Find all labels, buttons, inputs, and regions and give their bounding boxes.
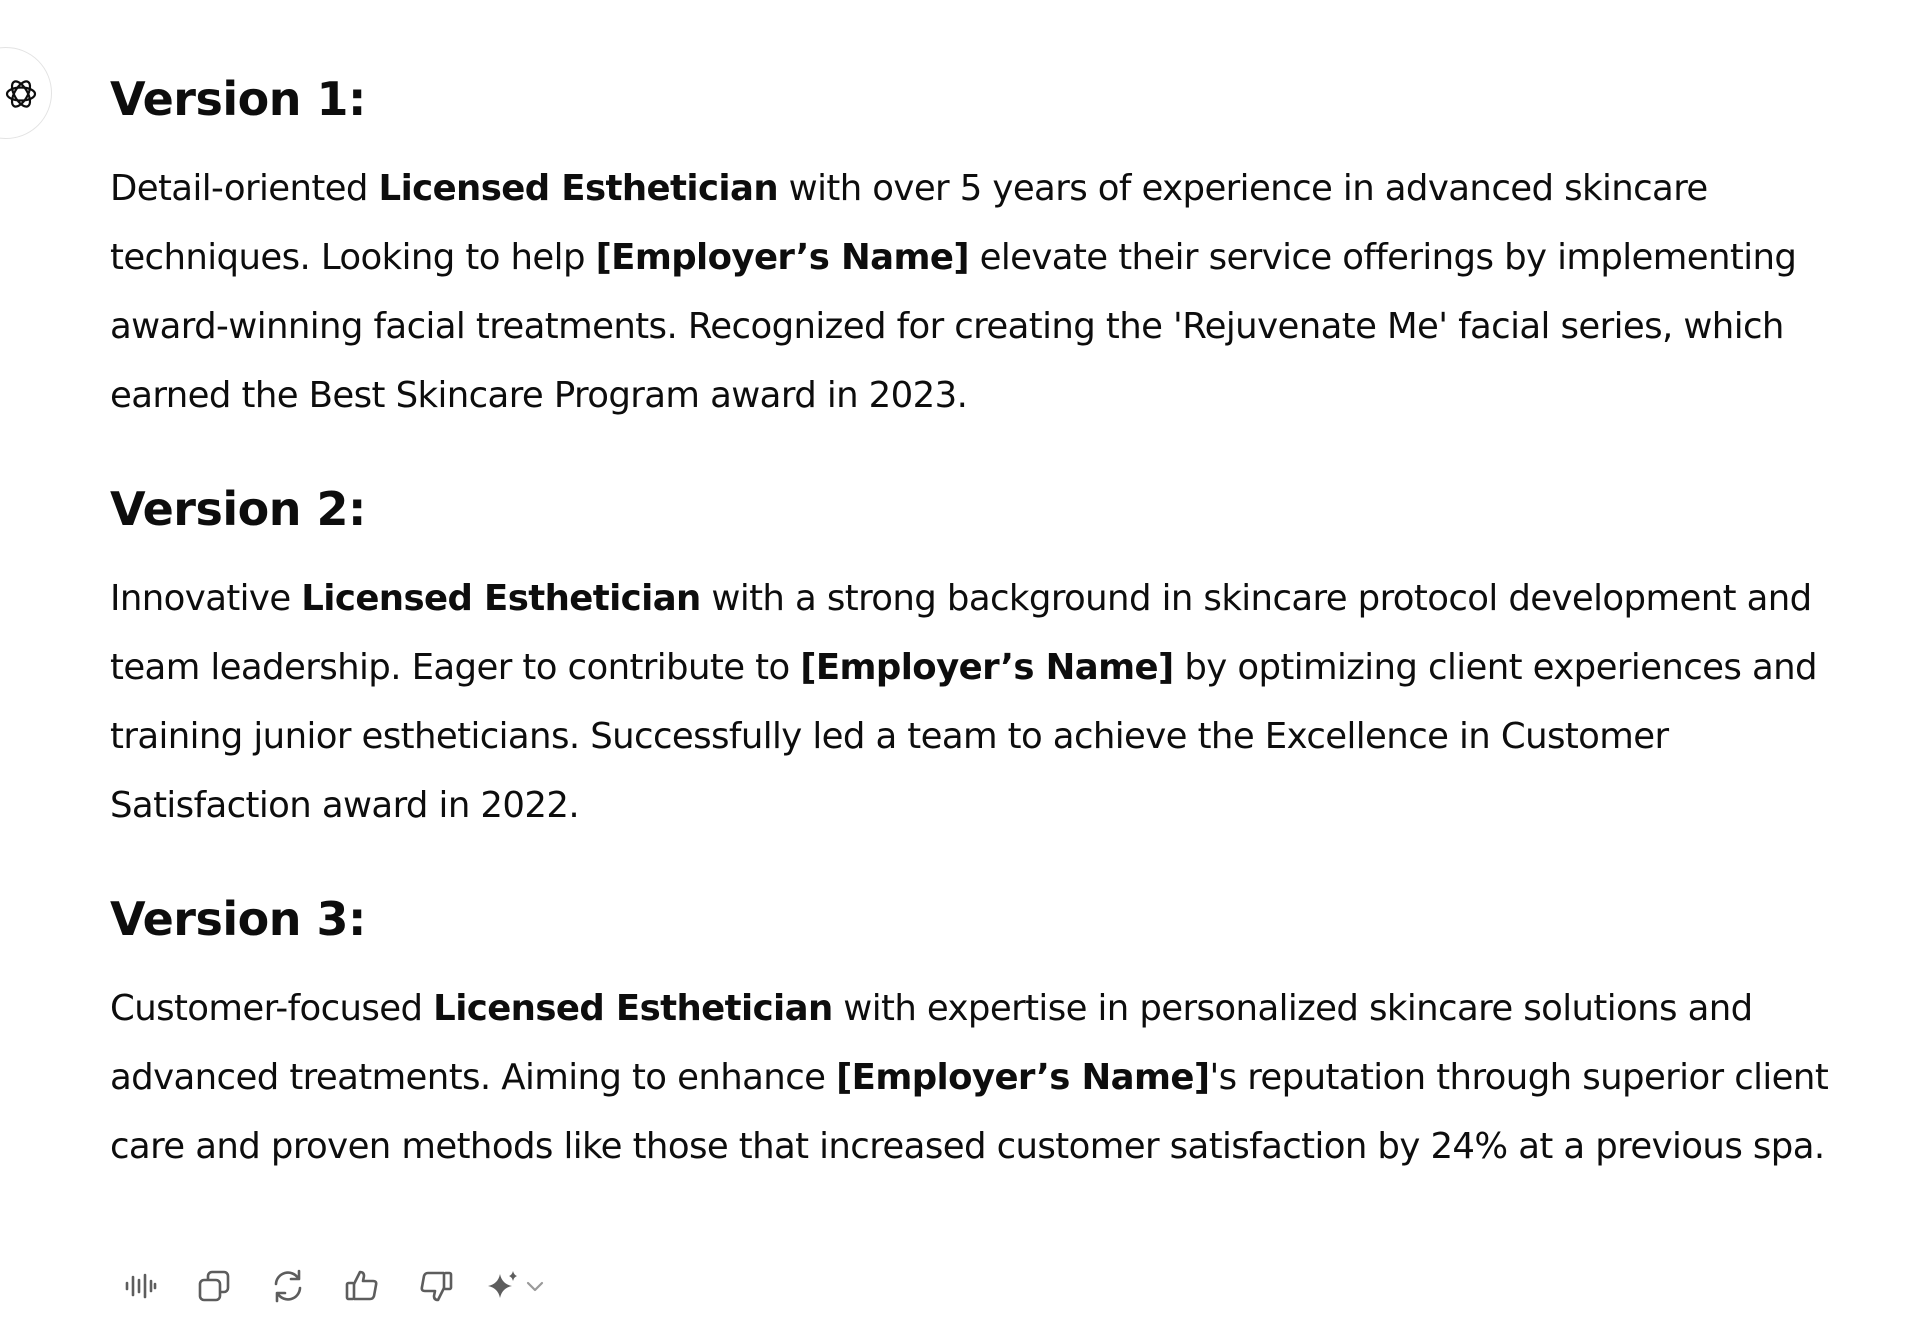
copy-icon (198, 1270, 230, 1302)
text-run: advanced treatments. Aiming to enhance (110, 1057, 837, 1098)
read-aloud-button[interactable] (112, 1258, 168, 1314)
bold-text: [Employer’s Name] (595, 237, 970, 278)
assistant-avatar (0, 47, 52, 139)
regenerate-button[interactable] (260, 1258, 316, 1314)
text-run: with expertise in personalized skincare … (832, 988, 1753, 1029)
text-run: with over 5 years of experience in advan… (778, 168, 1709, 209)
text-run: with a strong background in skincare pro… (700, 578, 1812, 619)
version-1-heading: Version 1: (110, 72, 366, 126)
openai-logo-icon (5, 80, 37, 108)
text-run: award-winning facial treatments. Recogni… (110, 306, 1784, 347)
text-run: Satisfaction award in 2022. (110, 785, 580, 826)
speaker-waveform-icon (125, 1273, 157, 1299)
thumbs-up-icon (345, 1270, 378, 1301)
version-3-paragraph: Customer-focused Licensed Esthetician wi… (110, 974, 1900, 1181)
text-run: techniques. Looking to help (110, 237, 596, 278)
version-1-paragraph: Detail-oriented Licensed Esthetician wit… (110, 154, 1900, 430)
chevron-down-icon (526, 1281, 544, 1292)
text-run: team leadership. Eager to contribute to (110, 647, 801, 688)
text-run: Customer-focused (110, 988, 434, 1029)
refresh-icon (274, 1269, 302, 1303)
text-run: elevate their service offerings by imple… (968, 237, 1797, 278)
message-actions (112, 1258, 548, 1314)
thumbs-down-icon (420, 1271, 453, 1302)
text-run: Detail-oriented (110, 168, 379, 209)
version-2-heading: Version 2: (110, 482, 366, 536)
bold-text: [Employer’s Name] (800, 647, 1174, 688)
good-response-button[interactable] (334, 1258, 390, 1314)
text-run: care and proven methods like those that … (110, 1126, 1825, 1167)
text-run: 's reputation through superior client (1209, 1057, 1829, 1098)
model-switcher-button[interactable] (482, 1258, 548, 1314)
copy-button[interactable] (186, 1258, 242, 1314)
bold-text: [Employer’s Name] (836, 1057, 1210, 1098)
version-2-paragraph: Innovative Licensed Esthetician with a s… (110, 564, 1900, 840)
bold-text: Licensed Esthetician (433, 988, 833, 1029)
bad-response-button[interactable] (408, 1258, 464, 1314)
text-run: by optimizing client experiences and (1173, 647, 1817, 688)
text-run: earned the Best Skincare Program award i… (110, 375, 968, 416)
text-run: training junior estheticians. Successful… (110, 716, 1669, 757)
sparkle-icon (488, 1271, 517, 1298)
text-run: Innovative (110, 578, 302, 619)
assistant-message: Version 1: Detail-oriented Licensed Esth… (110, 60, 1900, 1221)
bold-text: Licensed Esthetician (378, 168, 779, 209)
version-3-heading: Version 3: (110, 892, 366, 946)
bold-text: Licensed Esthetician (301, 578, 701, 619)
